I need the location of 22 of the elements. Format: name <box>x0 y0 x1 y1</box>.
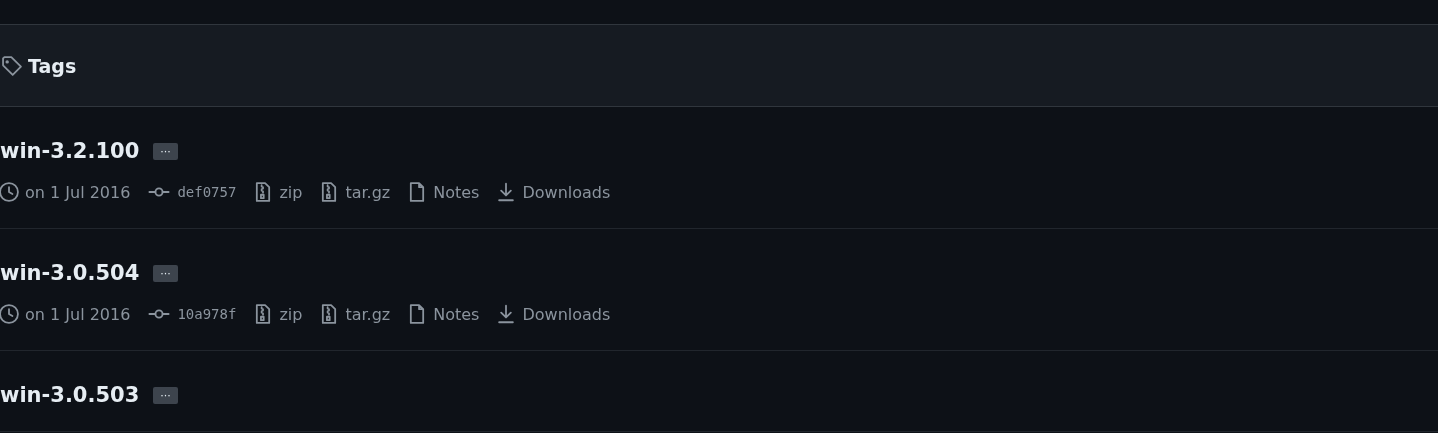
commit-hash-link[interactable]: def0757 <box>177 184 237 200</box>
clock-icon <box>0 303 20 325</box>
more-button[interactable]: ··· <box>153 142 178 160</box>
more-button[interactable]: ··· <box>153 264 178 282</box>
asset-link[interactable]: zip <box>279 182 303 202</box>
tag-icon <box>0 54 24 77</box>
tag-date: on 1 Jul 2016 <box>25 304 131 324</box>
commit-hash-link[interactable]: 10a978f <box>177 306 237 322</box>
asset-link[interactable]: Notes <box>433 182 480 202</box>
asset-link[interactable]: Downloads <box>522 182 611 202</box>
tag-name-link[interactable]: win-3.2.100 <box>0 139 140 163</box>
clock-icon <box>0 181 20 203</box>
more-button[interactable]: ··· <box>153 386 178 404</box>
asset-link[interactable]: Notes <box>433 304 480 324</box>
asset-link[interactable]: Downloads <box>522 304 611 324</box>
asset-link[interactable]: tar.gz <box>345 182 391 202</box>
tag-date: on 1 Jul 2016 <box>25 182 131 202</box>
asset-link[interactable]: tar.gz <box>345 304 391 324</box>
tag-name-link[interactable]: win-3.0.504 <box>0 261 140 285</box>
asset-link[interactable]: zip <box>279 304 303 324</box>
section-title: Tags <box>28 54 77 77</box>
tag-name-link[interactable]: win-3.0.503 <box>0 383 140 407</box>
